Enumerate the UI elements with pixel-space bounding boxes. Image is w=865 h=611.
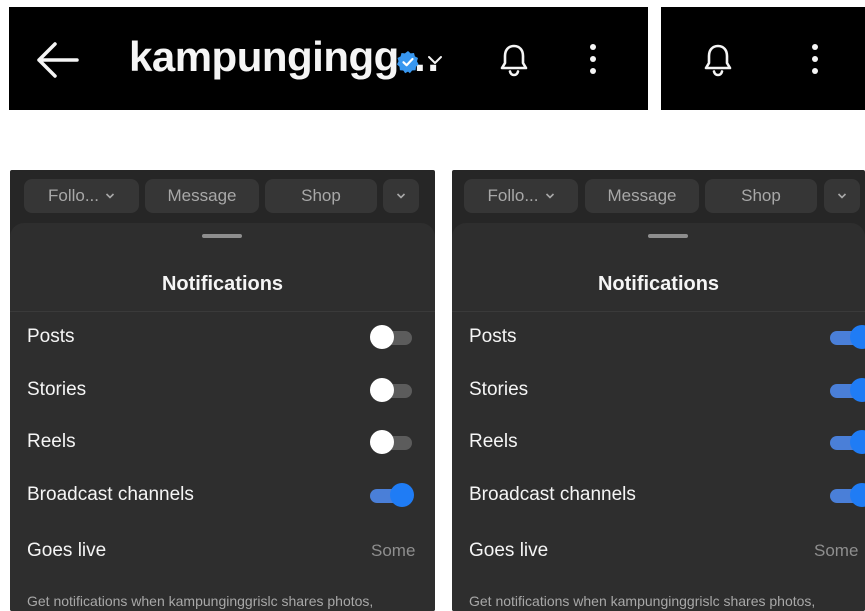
chevron-down-icon[interactable] <box>426 53 444 67</box>
chevron-down-icon <box>105 193 115 199</box>
setting-label: Goes live <box>469 540 549 561</box>
setting-label: Reels <box>469 431 518 452</box>
profile-username[interactable]: kampungingg… <box>129 33 441 81</box>
reels-toggle[interactable] <box>830 430 865 454</box>
message-label: Message <box>607 186 677 205</box>
notifications-description: Get notifications when kampunginggrislc … <box>27 593 374 609</box>
setting-row-reels: Reels <box>469 422 865 462</box>
setting-row-reels: Reels <box>27 422 435 462</box>
profile-header-bar: kampungingg… <box>9 7 648 110</box>
message-label: Message <box>167 186 237 205</box>
setting-label: Goes live <box>27 540 107 561</box>
setting-label: Posts <box>469 326 517 347</box>
setting-label: Broadcast channels <box>27 484 194 505</box>
setting-label: Broadcast channels <box>469 484 636 505</box>
shop-label: Shop <box>301 186 341 205</box>
setting-row-posts: Posts <box>469 317 865 357</box>
more-vertical-icon[interactable] <box>811 43 819 75</box>
stories-toggle[interactable] <box>830 378 865 402</box>
profile-action-buttons: Follo... Message Shop <box>452 179 865 213</box>
header-actions-bar <box>661 7 865 110</box>
notifications-panel-off: Follo... Message Shop Notifications Post… <box>10 170 435 611</box>
following-button[interactable]: Follo... <box>464 179 578 213</box>
sheet-title: Notifications <box>597 273 720 295</box>
sheet-title: Notifications <box>161 273 284 295</box>
more-vertical-icon[interactable] <box>589 43 597 75</box>
goes-live-value: Some <box>371 541 416 560</box>
following-label: Follo... <box>47 186 100 205</box>
chevron-down-icon <box>396 193 406 199</box>
broadcast-channels-toggle[interactable] <box>370 483 414 507</box>
bell-icon[interactable] <box>499 43 529 77</box>
message-button[interactable]: Message <box>145 179 259 213</box>
chevron-down-icon <box>545 193 554 199</box>
drag-handle[interactable] <box>202 234 242 238</box>
shop-button[interactable]: Shop <box>705 179 817 213</box>
message-button[interactable]: Message <box>585 179 699 213</box>
setting-label: Reels <box>27 431 76 452</box>
setting-row-stories: Stories <box>469 370 865 410</box>
notifications-panel-on: Follo... Message Shop Notifications Post… <box>452 170 865 611</box>
verified-badge-icon <box>397 51 419 74</box>
posts-toggle[interactable] <box>830 325 865 349</box>
arrow-left-icon[interactable] <box>35 40 79 80</box>
notifications-sheet: Notifications Posts Stories Reels Broadc… <box>452 223 865 611</box>
goes-live-value: Some <box>814 541 859 560</box>
setting-row-broadcast-channels: Broadcast channels <box>469 475 865 515</box>
profile-action-buttons: Follo... Message Shop <box>10 179 435 213</box>
posts-toggle[interactable] <box>370 325 412 349</box>
more-options-button[interactable] <box>383 179 419 213</box>
setting-row-goes-live[interactable]: Goes live Some <box>27 531 435 571</box>
notifications-description: Get notifications when kampunginggrislc … <box>469 593 816 609</box>
more-options-button[interactable] <box>824 179 860 213</box>
drag-handle[interactable] <box>648 234 688 238</box>
bell-icon[interactable] <box>703 43 733 77</box>
stories-toggle[interactable] <box>370 378 412 402</box>
notifications-sheet: Notifications Posts Stories Reels Broadc… <box>10 223 435 611</box>
broadcast-channels-toggle[interactable] <box>830 483 865 507</box>
shop-label: Shop <box>741 186 781 205</box>
divider <box>452 311 865 312</box>
divider <box>10 311 435 312</box>
chevron-down-icon <box>837 193 847 199</box>
setting-label: Stories <box>469 379 529 400</box>
setting-label: Stories <box>27 379 87 400</box>
following-button[interactable]: Follo... <box>24 179 139 213</box>
shop-button[interactable]: Shop <box>265 179 377 213</box>
setting-row-posts: Posts <box>27 317 435 357</box>
setting-row-stories: Stories <box>27 370 435 410</box>
following-label: Follo... <box>487 186 539 205</box>
reels-toggle[interactable] <box>370 430 412 454</box>
setting-row-broadcast-channels: Broadcast channels <box>27 475 435 515</box>
setting-row-goes-live[interactable]: Goes live Some <box>469 531 865 571</box>
setting-label: Posts <box>27 326 75 347</box>
